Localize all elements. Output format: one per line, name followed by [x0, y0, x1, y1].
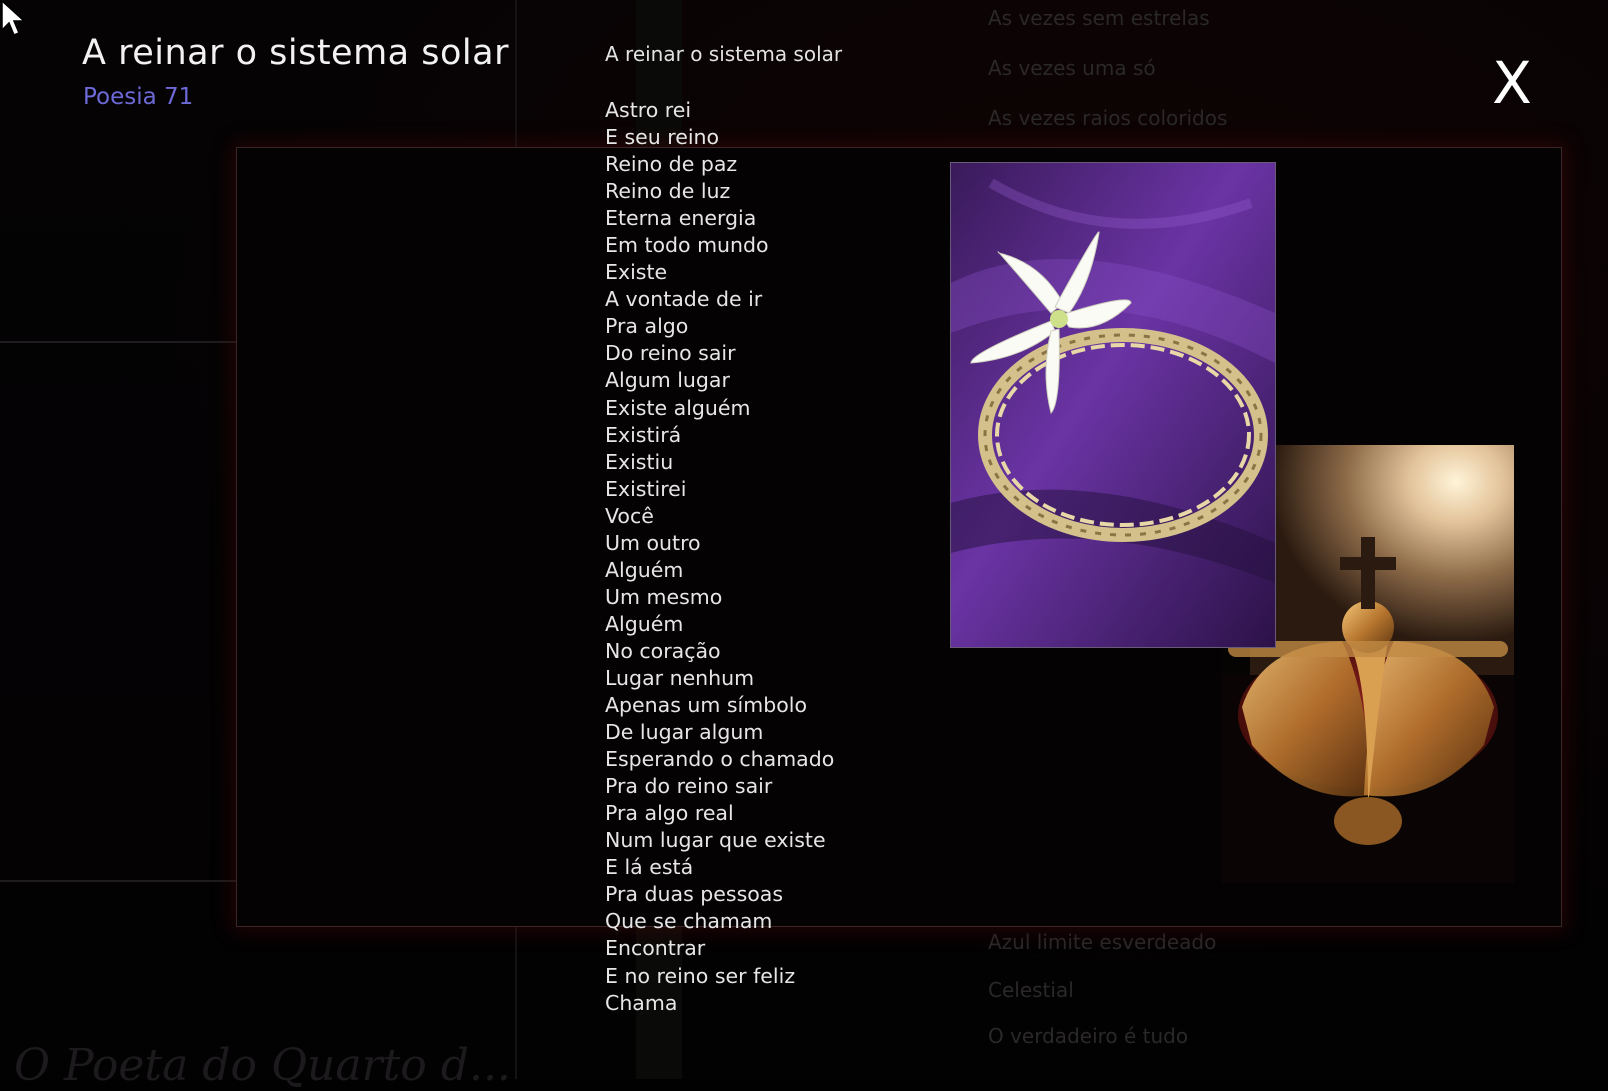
poem-line: Apenas um símbolo	[605, 693, 808, 718]
poem-line: Existe alguém	[605, 395, 751, 420]
poem-line: Chama	[605, 990, 678, 1015]
poem-line: Reino de paz	[605, 152, 738, 177]
poem-line: Em todo mundo	[605, 233, 769, 258]
mouse-cursor-icon	[1, 0, 26, 36]
poem-number-subtitle: Poesia 71	[83, 84, 194, 110]
poem-line: Eterna energia	[605, 206, 757, 231]
close-icon[interactable]: X	[1486, 50, 1538, 116]
poem-line: Alguém	[605, 557, 684, 582]
close-button[interactable]: X	[1486, 50, 1538, 116]
background-text: As vezes sem estrelas	[988, 6, 1210, 30]
background-script-text: O Poeta do Quarto d...	[14, 1040, 511, 1091]
poem-line: Algum lugar	[605, 368, 730, 393]
poem-line: Que se chamam	[605, 909, 773, 934]
background-text: As vezes uma só	[988, 56, 1156, 80]
poem-line: Um mesmo	[605, 584, 723, 609]
poem-line: Esperando o chamado	[605, 747, 835, 772]
poem-line: De lugar algum	[605, 720, 764, 745]
poem-line: Astro rei	[605, 98, 692, 122]
poem-line: E lá está	[605, 855, 694, 880]
background-rule	[0, 341, 238, 343]
page-title: A reinar o sistema solar	[82, 33, 509, 73]
poem-line: Do reino sair	[605, 341, 736, 366]
poem-line: Você	[605, 503, 654, 528]
poem-line: Um outro	[605, 530, 701, 555]
poem-line: Reino de luz	[605, 179, 731, 204]
poem-line: Alguém	[605, 611, 684, 636]
poem-line: Pra algo	[605, 314, 689, 339]
background-text: As vezes raios coloridos	[988, 106, 1228, 130]
lily-photo	[950, 162, 1276, 648]
poem-lines: Astro rei E seu reino Reino de paz Reino…	[605, 97, 834, 1017]
poem-line: Pra do reino sair	[605, 774, 773, 799]
background-rule	[0, 880, 238, 882]
poem-line: Existe	[605, 260, 668, 285]
poem-heading: A reinar o sistema solar	[605, 42, 843, 66]
poem-line: Pra duas pessoas	[605, 882, 784, 907]
poem-line: Pra algo real	[605, 801, 734, 826]
poem-line: Num lugar que existe	[605, 828, 826, 853]
poem-line: E no reino ser feliz	[605, 963, 796, 988]
poem-line: Existirá	[605, 422, 682, 447]
poem-line: Encontrar	[605, 936, 706, 961]
background-text: Celestial	[988, 978, 1074, 1002]
poem-line: Existiu	[605, 449, 674, 474]
poem-line: Lugar nenhum	[605, 665, 755, 690]
poem-line: E seu reino	[605, 125, 720, 150]
background-text: Azul limite esverdeado	[988, 930, 1217, 954]
poem-line: No coração	[605, 638, 721, 663]
poem-line: A vontade de ir	[605, 287, 763, 312]
poem-line: Existirei	[605, 476, 687, 501]
background-text: O verdadeiro é tudo	[988, 1024, 1189, 1048]
